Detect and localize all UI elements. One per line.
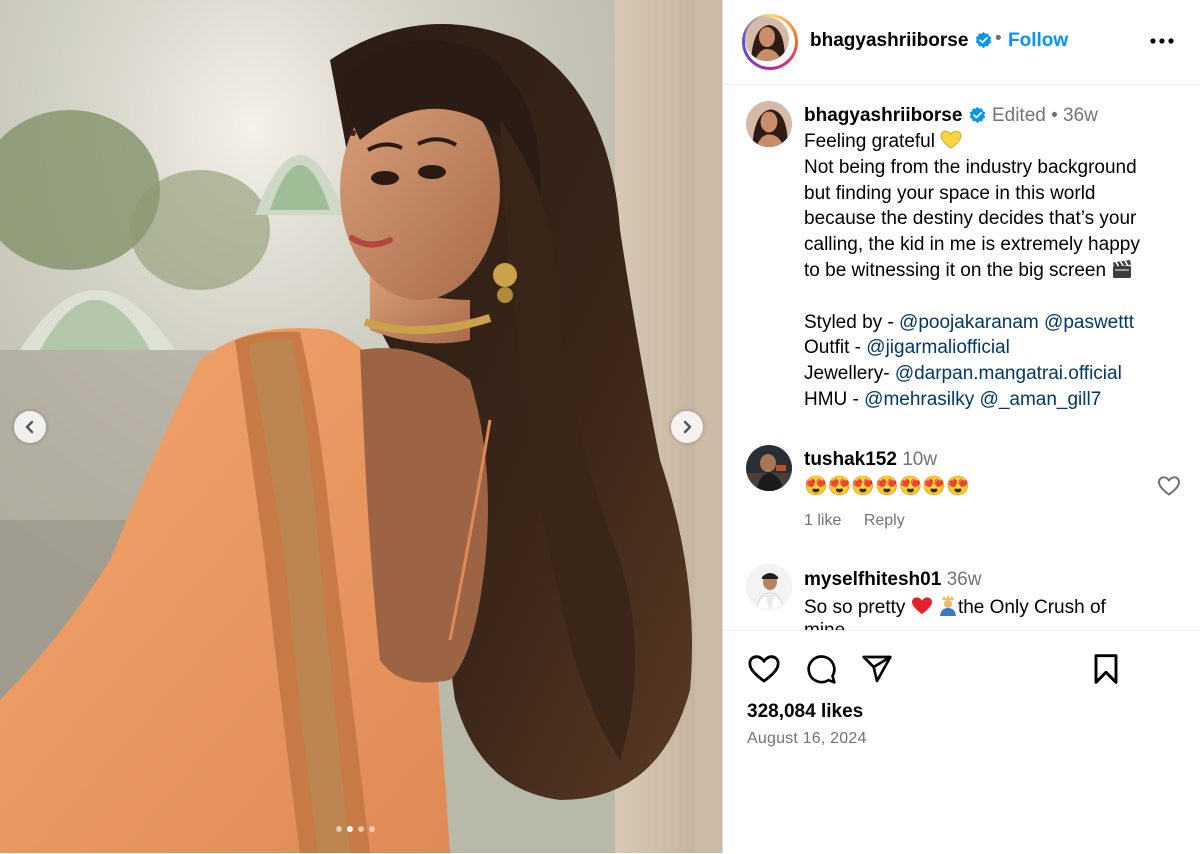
chevron-left-icon <box>25 420 34 434</box>
reply-button[interactable]: Reply <box>864 512 905 529</box>
post-actions: 328,084 likes August 16, 2024 <box>723 630 1200 854</box>
carousel-dot[interactable] <box>369 826 375 832</box>
mention-link[interactable]: @darpan.mangatrai.official <box>895 363 1122 384</box>
post-photo <box>0 0 722 853</box>
comment-like-heart-icon[interactable] <box>1157 475 1181 497</box>
mention-link[interactable]: @mehrasilky <box>864 389 974 410</box>
comment-header: tushak152 10w <box>804 449 937 471</box>
more-options-icon[interactable] <box>1149 34 1175 48</box>
bookmark-icon[interactable] <box>1091 653 1121 685</box>
comment-header: myselfhitesh01 36w <box>804 569 981 591</box>
caption-line: to be witnessing it on the big screen <box>804 259 1107 281</box>
caption-line: Feeling grateful <box>804 131 935 152</box>
caption-separator: • <box>1051 105 1058 126</box>
story-ring-avatar[interactable] <box>742 14 798 70</box>
follow-button[interactable]: Follow <box>1008 30 1068 52</box>
mention-link[interactable]: @jigarmaliofficial <box>866 337 1010 358</box>
comment-time[interactable]: 10w <box>902 449 937 470</box>
caption-line: but finding your space in this world <box>804 182 1096 204</box>
mention-link[interactable]: @paswettt <box>1044 312 1134 333</box>
carousel-next-button[interactable] <box>671 411 703 443</box>
share-icon[interactable] <box>861 653 893 685</box>
caption-line: because the destiny decides that’s your <box>804 208 1137 230</box>
outfit-label: Outfit - <box>804 337 867 359</box>
header-username[interactable]: bhagyashriiborse <box>810 30 993 52</box>
caption-header: bhagyashriiborse Edited • 36w <box>804 105 1098 127</box>
post-header: bhagyashriiborse • Follow <box>723 0 1200 85</box>
comment-text-overflow: mine <box>804 620 845 630</box>
hmu-label: HMU - <box>804 388 865 410</box>
mention-link[interactable]: @poojakaranam <box>899 312 1039 333</box>
likes-count[interactable]: 328,084 likes <box>747 701 863 723</box>
carousel-dot[interactable] <box>336 826 342 832</box>
avatar <box>745 17 789 61</box>
chevron-right-icon <box>683 420 692 434</box>
comment-avatar[interactable] <box>746 445 792 491</box>
jewellery-label: Jewellery- <box>804 363 895 385</box>
post-media <box>0 0 722 853</box>
carousel-dot-active[interactable] <box>347 826 353 832</box>
carousel-indicator <box>336 826 375 832</box>
verified-badge-icon <box>969 107 985 124</box>
styled-by-label: Styled by - <box>804 311 900 333</box>
post-date[interactable]: August 16, 2024 <box>747 730 867 748</box>
caption-and-comments[interactable]: bhagyashriiborse Edited • 36w Feeling gr… <box>723 85 1200 630</box>
caption-text: Feeling grateful Not being from the indu… <box>804 129 1194 413</box>
carousel-dot[interactable] <box>358 826 364 832</box>
comment-avatar[interactable] <box>746 564 792 610</box>
caption-line: Not being from the industry background <box>804 156 1137 178</box>
comment-text: 😍😍😍😍😍😍😍 <box>804 476 970 497</box>
comment-text: So so pretty the Only Crush of <box>804 594 1106 619</box>
yellow-heart-icon <box>940 130 962 149</box>
clapper-board-icon <box>1113 259 1132 278</box>
crowned-person-icon <box>939 595 956 616</box>
comment-likes-count[interactable]: 1 like <box>804 512 841 529</box>
comment-username[interactable]: tushak152 <box>804 449 897 470</box>
post-details-panel: bhagyashriiborse • Follow bhagyashriibor… <box>723 0 1200 853</box>
comment-time[interactable]: 36w <box>947 569 982 590</box>
mention-link[interactable]: @_aman_gill7 <box>980 389 1102 410</box>
edited-label: Edited <box>991 105 1046 126</box>
caption-time[interactable]: 36w <box>1063 105 1098 126</box>
caption-username[interactable]: bhagyashriiborse <box>804 105 962 126</box>
comment-actions: 1 like Reply <box>804 512 923 530</box>
header-separator: • <box>995 28 1002 49</box>
carousel-prev-button[interactable] <box>14 411 46 443</box>
verified-badge-icon <box>975 32 991 49</box>
caption-line: calling, the kid in me is extremely happ… <box>804 234 1140 256</box>
comment-icon[interactable] <box>805 653 837 685</box>
heart-icon[interactable] <box>747 653 781 685</box>
caption-avatar[interactable] <box>746 101 792 147</box>
red-heart-icon <box>911 597 932 615</box>
comment-username[interactable]: myselfhitesh01 <box>804 569 941 590</box>
